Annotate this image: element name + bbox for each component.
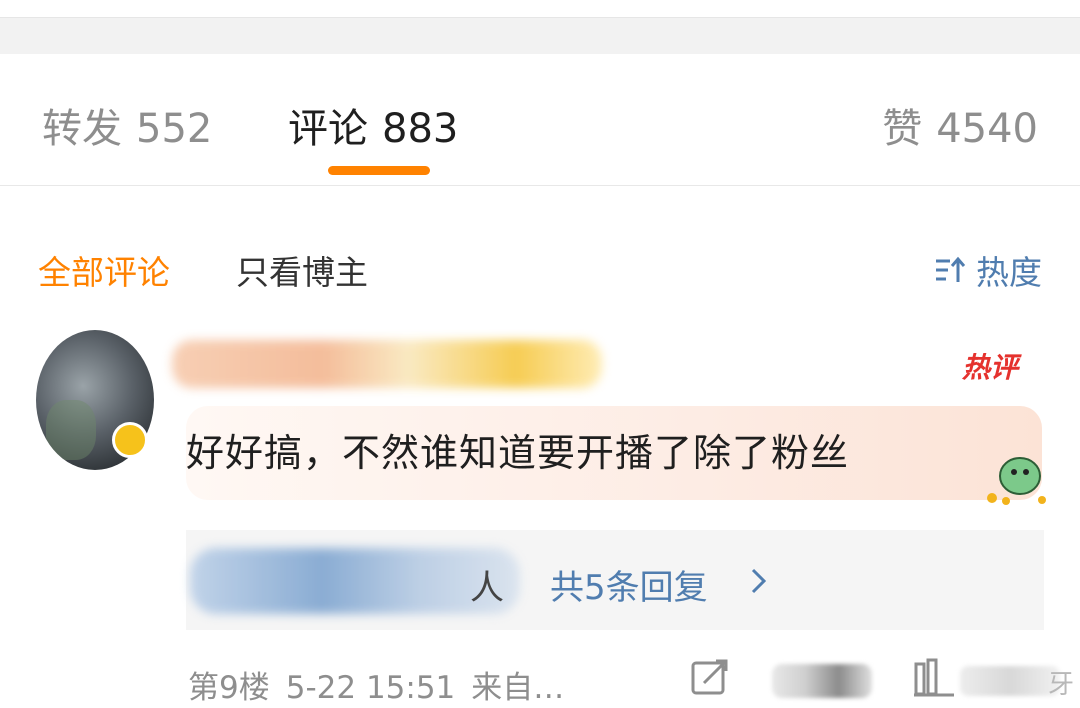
comment-filter-bar: 全部评论 只看博主 热度 bbox=[0, 186, 1080, 306]
top-strip bbox=[0, 0, 1080, 18]
floor-number: 第9楼 bbox=[188, 670, 270, 706]
reply-users-suffix: 人 bbox=[470, 568, 504, 608]
tab-comment-label: 评论 bbox=[288, 106, 368, 152]
chevron-right-icon bbox=[751, 568, 767, 594]
tab-repost-count: 552 bbox=[136, 106, 213, 152]
sort-label: 热度 bbox=[976, 253, 1042, 292]
tab-comment[interactable]: 评论 883 bbox=[288, 96, 458, 154]
share-icon[interactable] bbox=[690, 658, 730, 698]
sort-button[interactable]: 热度 bbox=[934, 246, 1042, 294]
mascot-sticker-icon bbox=[987, 457, 1046, 505]
sort-icon bbox=[936, 256, 966, 282]
tab-like[interactable]: 赞 4540 bbox=[882, 96, 1038, 154]
username-blurred[interactable] bbox=[172, 340, 602, 388]
tab-repost-label: 转发 bbox=[42, 106, 122, 152]
tab-repost[interactable]: 转发 552 bbox=[42, 96, 212, 154]
truncated-text: 牙 bbox=[1048, 670, 1075, 700]
filter-owner-only[interactable]: 只看博主 bbox=[236, 246, 368, 294]
comment-icon[interactable] bbox=[772, 664, 872, 698]
view-replies-link[interactable]: 共5条回复 bbox=[550, 560, 708, 609]
tab-like-label: 赞 bbox=[882, 106, 923, 152]
tab-comment-count: 883 bbox=[382, 106, 459, 152]
active-tab-indicator bbox=[328, 166, 430, 175]
section-divider bbox=[0, 18, 1080, 54]
comment-time: 5-22 15:51 bbox=[285, 670, 456, 706]
hot-comment-badge: 热评 bbox=[962, 351, 1019, 384]
like-icon[interactable] bbox=[912, 658, 956, 698]
verified-badge-icon bbox=[112, 422, 148, 458]
post-tabs: 转发 552 评论 883 赞 4540 bbox=[0, 54, 1080, 186]
comment-meta: 第9楼 5-22 15:51 来自… bbox=[188, 662, 564, 707]
comment-source: 来自… bbox=[471, 670, 565, 706]
filter-all-comments[interactable]: 全部评论 bbox=[38, 246, 170, 294]
comment-text[interactable]: 好好搞，不然谁知道要开播了除了粉丝 bbox=[186, 422, 849, 477]
tab-like-count: 4540 bbox=[936, 106, 1038, 152]
like-count-blurred bbox=[960, 666, 1060, 696]
